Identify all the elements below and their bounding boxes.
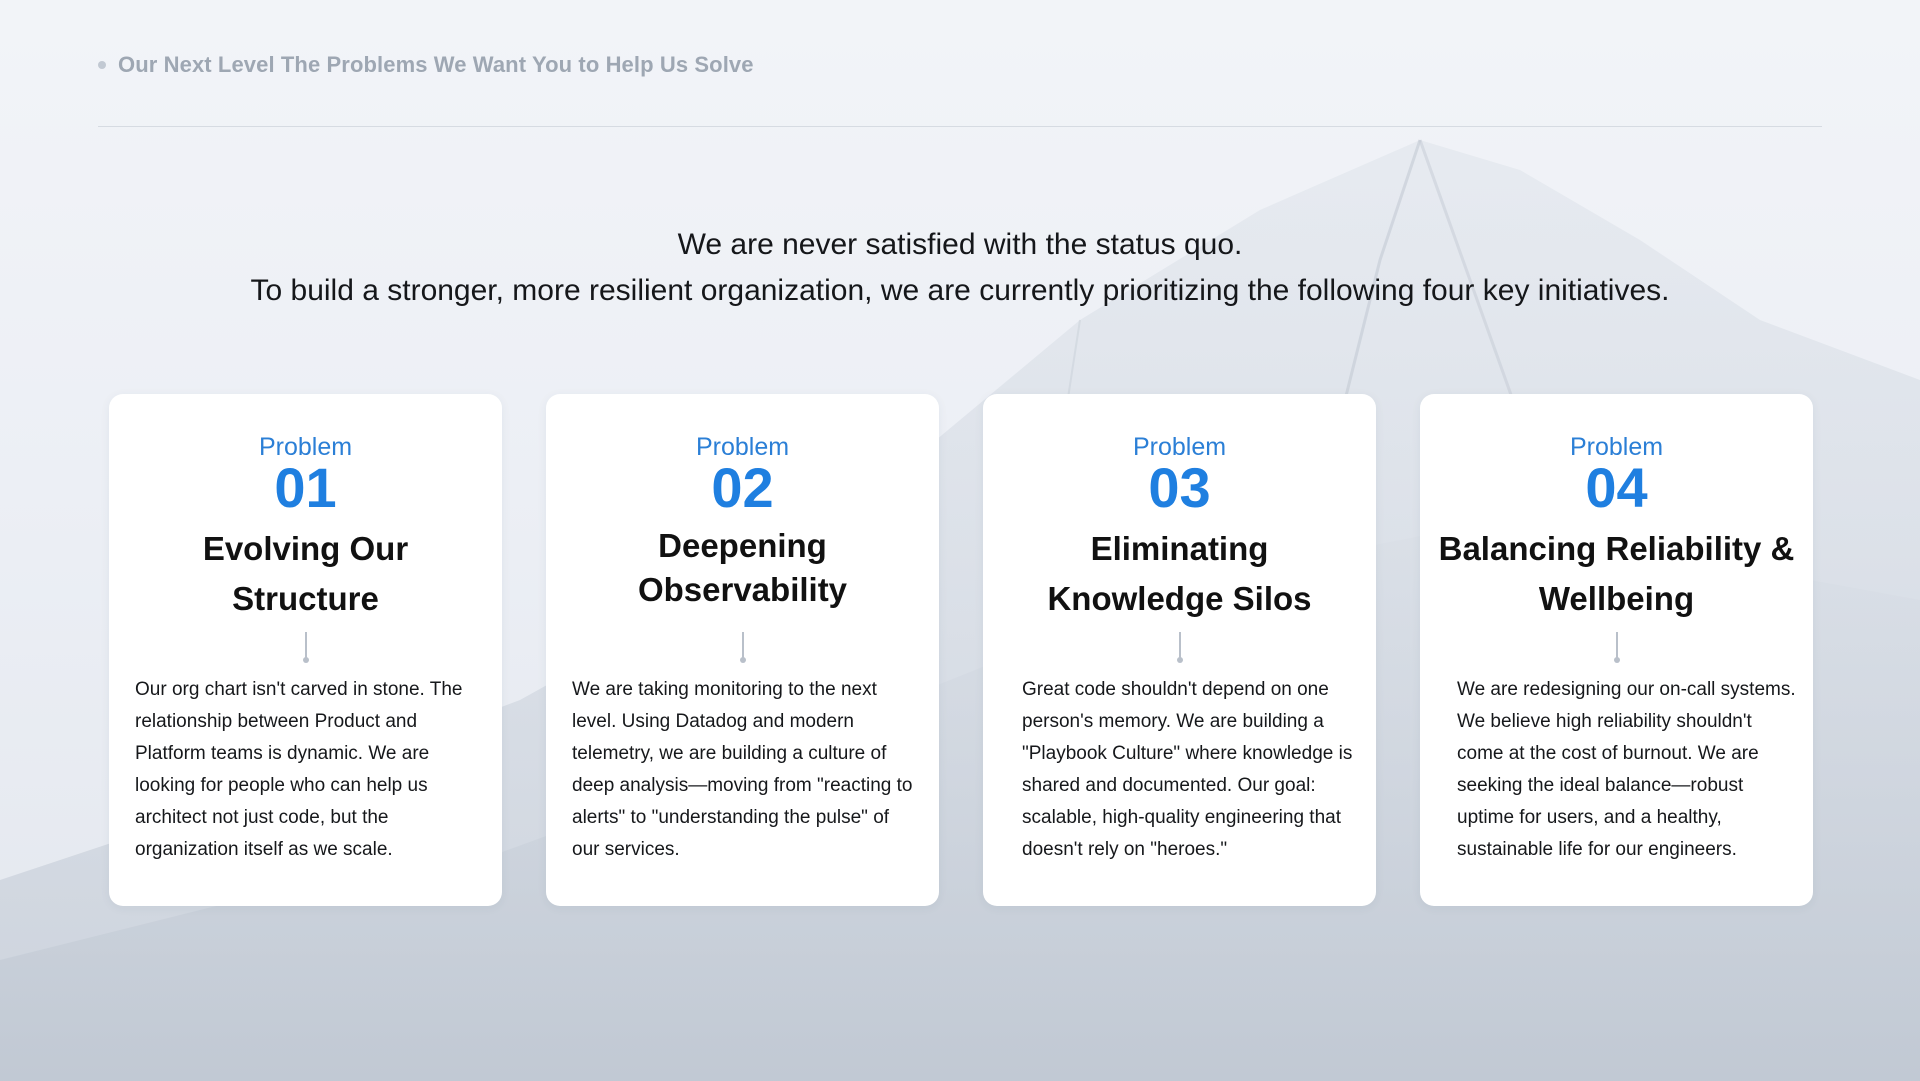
intro-statement: We are never satisfied with the status q… (0, 222, 1920, 314)
problem-number: 02 (711, 456, 774, 519)
header-title: Our Next Level The Problems We Want You … (118, 52, 754, 77)
connector-line (1176, 632, 1183, 663)
problem-description: We are taking monitoring to the next lev… (572, 679, 913, 860)
connector-line (739, 632, 746, 663)
header-divider (98, 126, 1822, 127)
problem-cards: Problem 01 Evolving Our Structure Our or… (109, 394, 1813, 906)
problem-description: Great code shouldn't depend on one perso… (1022, 679, 1353, 860)
connector-line (1613, 632, 1620, 663)
problem-card-02: Problem 02 Deepening Observability We ar… (546, 394, 939, 906)
problem-card-03: Problem 03 Eliminating Knowledge Silos G… (983, 394, 1376, 906)
intro-line-1: We are never satisfied with the status q… (677, 228, 1243, 261)
problem-number: 01 (274, 456, 337, 519)
problem-title: Eliminating Knowledge Silos (1047, 530, 1312, 617)
bullet-icon (98, 61, 106, 69)
problem-card-01: Problem 01 Evolving Our Structure Our or… (109, 394, 502, 906)
breadcrumb-header: Our Next Level The Problems We Want You … (98, 52, 754, 78)
problem-card-04: Problem 04 Balancing Reliability & Wellb… (1420, 394, 1813, 906)
problem-description: Our org chart isn't carved in stone. The… (135, 679, 463, 860)
problem-description: We are redesigning our on-call systems. … (1457, 679, 1796, 860)
problem-title: Deepening Observability (637, 527, 848, 608)
problem-number: 04 (1585, 456, 1648, 519)
connector-line (302, 632, 309, 663)
problem-title: Evolving Our Structure (202, 530, 409, 617)
problem-title: Balancing Reliability & Wellbeing (1438, 530, 1795, 617)
intro-line-2: To build a stronger, more resilient orga… (250, 274, 1670, 307)
problem-number: 03 (1148, 456, 1211, 519)
